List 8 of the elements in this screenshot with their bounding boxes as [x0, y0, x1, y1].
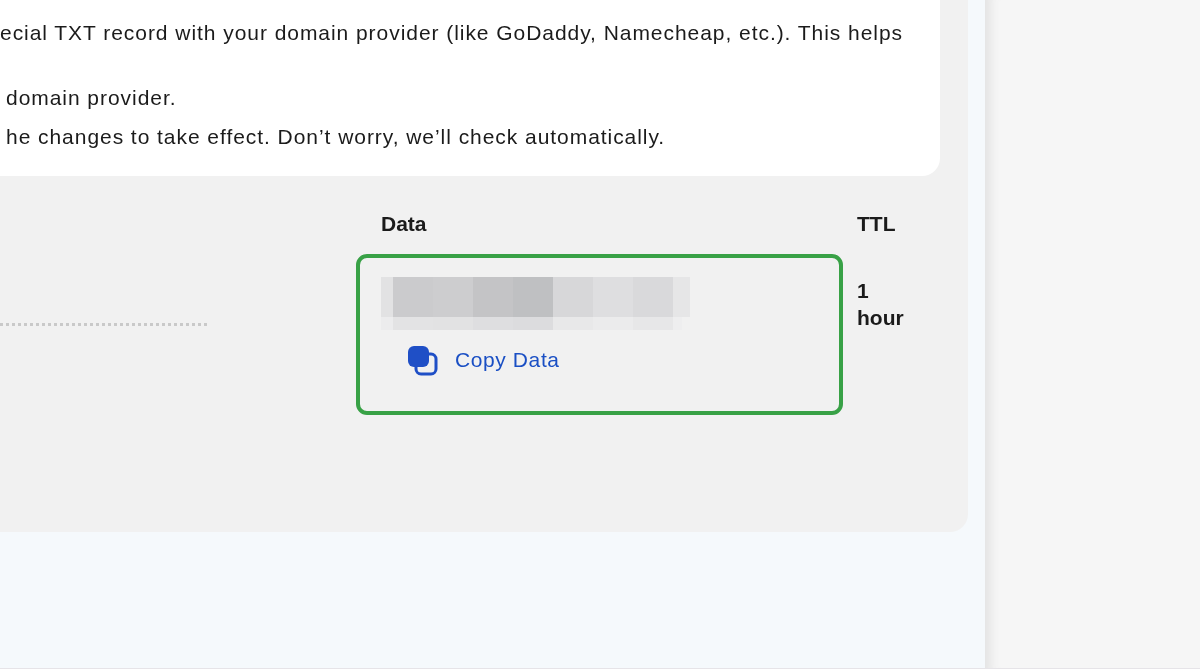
copy-icon: [407, 344, 438, 376]
column-header: Data: [380, 212, 428, 236]
instruction-text: ecial TXT record with your domain provider (like GoDaddy, Namecheap, etc.). This helps: [0, 20, 904, 46]
column-header: TTL: [857, 212, 897, 236]
copy-data-link[interactable]: Copy Data: [407, 344, 560, 376]
instruction-text: he changes to take effect. Don’t worry, we’ll check automatically.: [5, 124, 667, 150]
ttl-value: 1 hour: [857, 278, 905, 331]
instruction-text: domain provider.: [5, 85, 178, 111]
